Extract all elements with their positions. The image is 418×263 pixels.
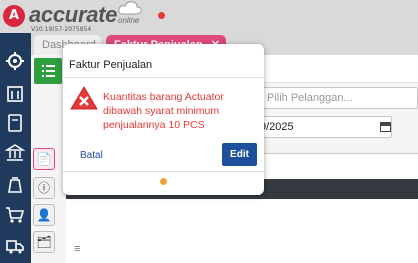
shopping-cart-icon[interactable] xyxy=(5,205,25,225)
notebook-icon[interactable] xyxy=(5,113,25,133)
list-icon xyxy=(42,65,55,77)
building-icon[interactable] xyxy=(5,83,25,103)
edit-button[interactable]: Edit xyxy=(222,143,257,166)
dialog-footer-divider xyxy=(63,171,264,172)
cancel-button[interactable]: Batal xyxy=(80,150,103,161)
archive-tab-icon[interactable]: 🗂 xyxy=(33,231,55,253)
brand-sub: online xyxy=(118,16,140,25)
form-side-tabs: 📄 ⓘ 👤 🗂 xyxy=(33,148,57,260)
top-bar: A accurate online V10.19(57-2075854 xyxy=(0,0,418,33)
bank-icon[interactable] xyxy=(5,143,25,163)
dialog-divider xyxy=(63,77,264,78)
warning-icon xyxy=(70,86,98,110)
cloud-icon xyxy=(118,1,142,15)
list-view-button[interactable] xyxy=(34,58,62,84)
brand-name: accurate xyxy=(29,2,118,27)
gear-icon[interactable] xyxy=(5,51,25,71)
calendar-icon[interactable] xyxy=(380,122,391,132)
info-tab-icon[interactable]: ⓘ xyxy=(33,177,55,199)
user-tab-icon[interactable]: 👤 xyxy=(33,204,55,226)
menu-icon[interactable]: ≡ xyxy=(74,243,80,255)
version-label: V10.19(57-2075854 xyxy=(31,26,92,33)
dialog-message: Kuantitas barang Actuator dibawah syarat… xyxy=(103,91,224,131)
document-tab-icon[interactable]: 📄 xyxy=(33,148,55,170)
money-bag-icon[interactable] xyxy=(5,175,25,195)
dialog-title: Faktur Penjualan xyxy=(69,59,153,71)
delivery-icon[interactable] xyxy=(5,236,25,256)
accurate-logo-icon[interactable]: A xyxy=(3,5,25,27)
warning-dialog: Faktur Penjualan Kuantitas barang Actuat… xyxy=(63,44,264,195)
sidebar xyxy=(0,33,31,263)
loading-dot xyxy=(160,178,167,185)
notification-dot[interactable] xyxy=(158,12,165,19)
